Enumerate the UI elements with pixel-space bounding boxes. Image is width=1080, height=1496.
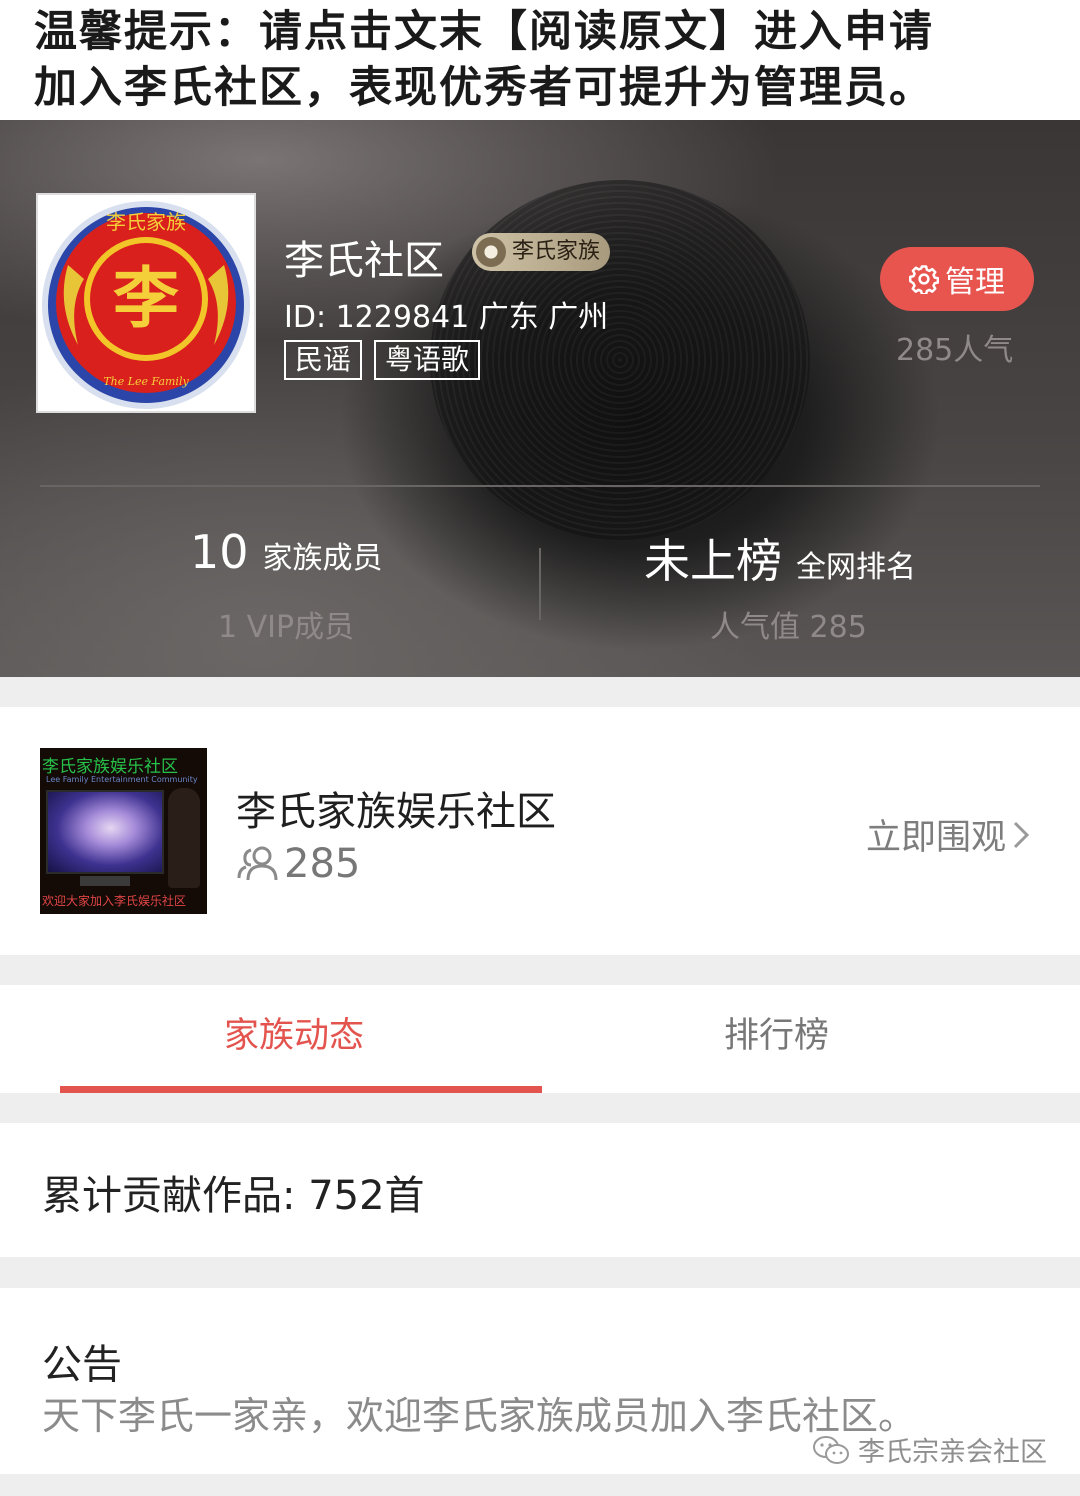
family-badge-label: 李氏家族 — [512, 239, 601, 264]
stats-divider — [539, 548, 541, 620]
logo-top-text: 李氏家族 — [106, 210, 186, 234]
thumbnail-stand — [80, 876, 130, 886]
tab-leaderboard[interactable]: 排行榜 — [724, 1007, 829, 1058]
thumbnail-caption: 欢迎大家加入李氏娱乐社区 — [42, 894, 187, 908]
rank-value: 未上榜 — [644, 534, 782, 588]
manage-button[interactable]: 管理 — [880, 247, 1034, 311]
member-count-value: 285 — [284, 841, 361, 887]
notice-line-1: 温馨提示：请点击文末【阅读原文】进入申请 — [34, 7, 934, 57]
logo-character: 李 — [113, 259, 179, 337]
members-count: 10 — [190, 525, 249, 579]
family-avatar[interactable]: 李 李氏家族 The Lee Family — [36, 193, 256, 413]
header-divider — [40, 485, 1040, 487]
wechat-icon — [813, 1435, 849, 1464]
family-logo: 李 李氏家族 The Lee Family — [42, 201, 250, 409]
thumbnail-subtitle: Lee Family Entertainment Community — [46, 775, 198, 784]
community-member-count: 285 — [236, 841, 360, 887]
vip-members: 1 VIP成员 — [218, 610, 355, 645]
watch-now-link[interactable]: 立即围观 — [866, 809, 1030, 860]
members-label: 家族成员 — [262, 541, 383, 576]
thumbnail-person — [168, 788, 200, 888]
logo-bottom-text: The Lee Family — [103, 375, 189, 388]
coin-icon — [476, 237, 506, 267]
contribution-section: 累计贡献作品: 752首 — [0, 1123, 1080, 1257]
thumbnail-screen — [46, 790, 164, 874]
community-thumbnail: 李氏家族娱乐社区 Lee Family Entertainment Commun… — [40, 748, 207, 914]
family-header: 李 李氏家族 The Lee Family 李氏社区 李氏家族 ID: 1229… — [0, 120, 1080, 677]
group-id-location: ID: 1229841 广东 广州 — [284, 300, 609, 335]
tag-list: 民谣 粤语歌 — [284, 340, 481, 380]
members-stat[interactable]: 10 家族成员 — [190, 525, 383, 579]
notice-line-2: 加入李氏社区，表现优秀者可提升为管理员。 — [34, 63, 934, 113]
tag-item[interactable]: 民谣 — [284, 340, 363, 380]
tag-item[interactable]: 粤语歌 — [374, 340, 481, 380]
watermark-text: 李氏宗亲会社区 — [858, 1437, 1047, 1468]
announcement-title: 公告 — [42, 1342, 122, 1388]
thumbnail-title: 李氏家族娱乐社区 — [42, 757, 178, 777]
gear-icon — [909, 265, 939, 294]
chevron-right-icon — [1013, 821, 1030, 848]
source-watermark: 李氏宗亲会社区 — [812, 1430, 1047, 1469]
community-card[interactable]: 李氏家族娱乐社区 Lee Family Entertainment Commun… — [0, 707, 1080, 955]
popularity-value: 人气值 285 — [710, 610, 867, 645]
people-icon — [237, 846, 278, 881]
notice-banner: 温馨提示：请点击文末【阅读原文】进入申请 加入李氏社区，表现优秀者可提升为管理员… — [0, 0, 1080, 120]
contribution-text: 累计贡献作品: 752首 — [42, 1173, 425, 1219]
family-badge: 李氏家族 — [472, 233, 611, 271]
group-name: 李氏社区 — [284, 238, 444, 284]
tab-bar: 家族动态 排行榜 — [0, 985, 1080, 1093]
community-name: 李氏家族娱乐社区 — [236, 789, 556, 835]
active-tab-indicator — [60, 1086, 542, 1093]
rank-label: 全网排名 — [796, 550, 916, 585]
announcement-body: 天下李氏一家亲，欢迎李氏家族成员加入李氏社区。 — [42, 1394, 917, 1438]
watch-now-label: 立即围观 — [866, 818, 1007, 858]
manage-label: 管理 — [945, 265, 1005, 300]
popularity-count: 285人气 — [896, 333, 1014, 368]
tab-family-activity[interactable]: 家族动态 — [224, 1007, 364, 1058]
rank-stat[interactable]: 未上榜 全网排名 — [644, 525, 916, 591]
